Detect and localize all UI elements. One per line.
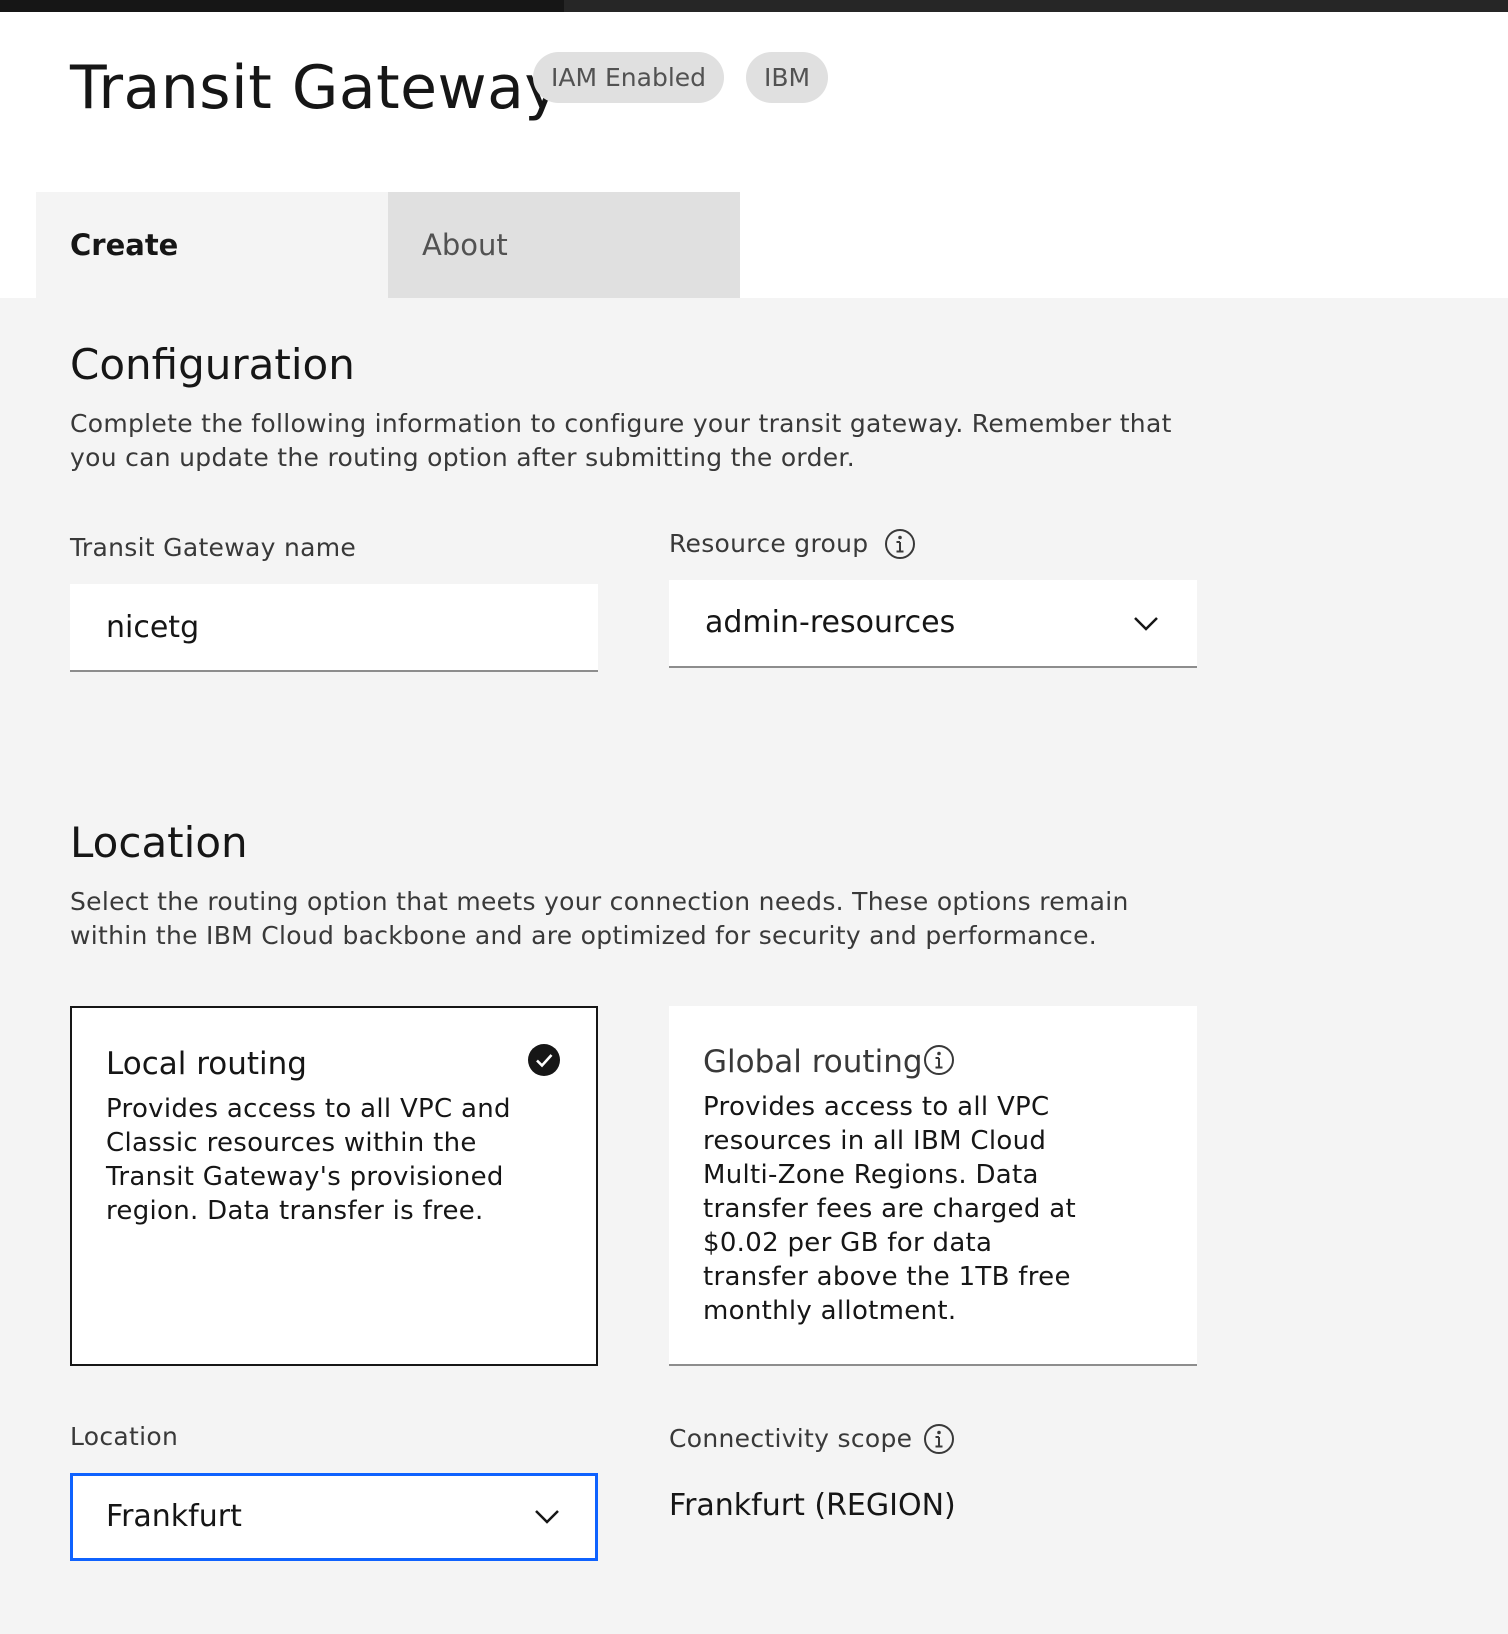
main-content: Configuration Complete the following inf… [0,298,1508,1634]
local-routing-title: Local routing [106,1046,307,1082]
top-progress-bar [0,0,1508,12]
checkmark-filled-icon [528,1044,560,1076]
resource-group-select[interactable]: admin-resources [669,580,1197,668]
global-routing-tile[interactable]: Global routing Provides access to all VP… [669,1006,1197,1366]
location-description: Select the routing option that meets you… [70,887,1129,950]
resource-group-value: admin-resources [705,605,956,640]
local-routing-description: Provides access to all VPC and Classic r… [106,1094,511,1226]
transit-gateway-name-input[interactable] [70,584,598,672]
resource-group-info-icon[interactable] [884,528,916,560]
location-value: Frankfurt [106,1499,242,1534]
transit-gateway-name-label: Transit Gateway name [70,533,357,562]
iam-enabled-tag: IAM Enabled [533,52,725,103]
tab-create[interactable]: Create [36,192,388,298]
page-header: Transit Gateway IAM Enabled IBM [0,12,1508,192]
connectivity-scope-value: Frankfurt (REGION) [669,1488,956,1523]
chevron-down-icon [535,1510,559,1524]
top-progress-fill [0,0,564,12]
page-title: Transit Gateway [70,53,561,123]
ibm-tag: IBM [746,52,829,103]
location-title: Location [70,818,248,867]
location-label: Location [70,1422,179,1451]
local-routing-tile[interactable]: Local routing Provides access to all VPC… [70,1006,598,1366]
global-routing-info-icon[interactable] [923,1044,955,1076]
chevron-down-icon [1134,617,1158,631]
configuration-description: Complete the following information to co… [70,409,1172,472]
connectivity-scope-info-icon[interactable] [923,1423,955,1455]
global-routing-title: Global routing [703,1044,923,1080]
global-routing-description: Provides access to all VPC resources in … [703,1092,1076,1326]
tab-about[interactable]: About [388,192,740,298]
connectivity-scope-label: Connectivity scope [669,1424,913,1453]
configuration-title: Configuration [70,340,355,389]
location-select[interactable]: Frankfurt [70,1473,598,1561]
resource-group-label: Resource group [669,529,869,558]
